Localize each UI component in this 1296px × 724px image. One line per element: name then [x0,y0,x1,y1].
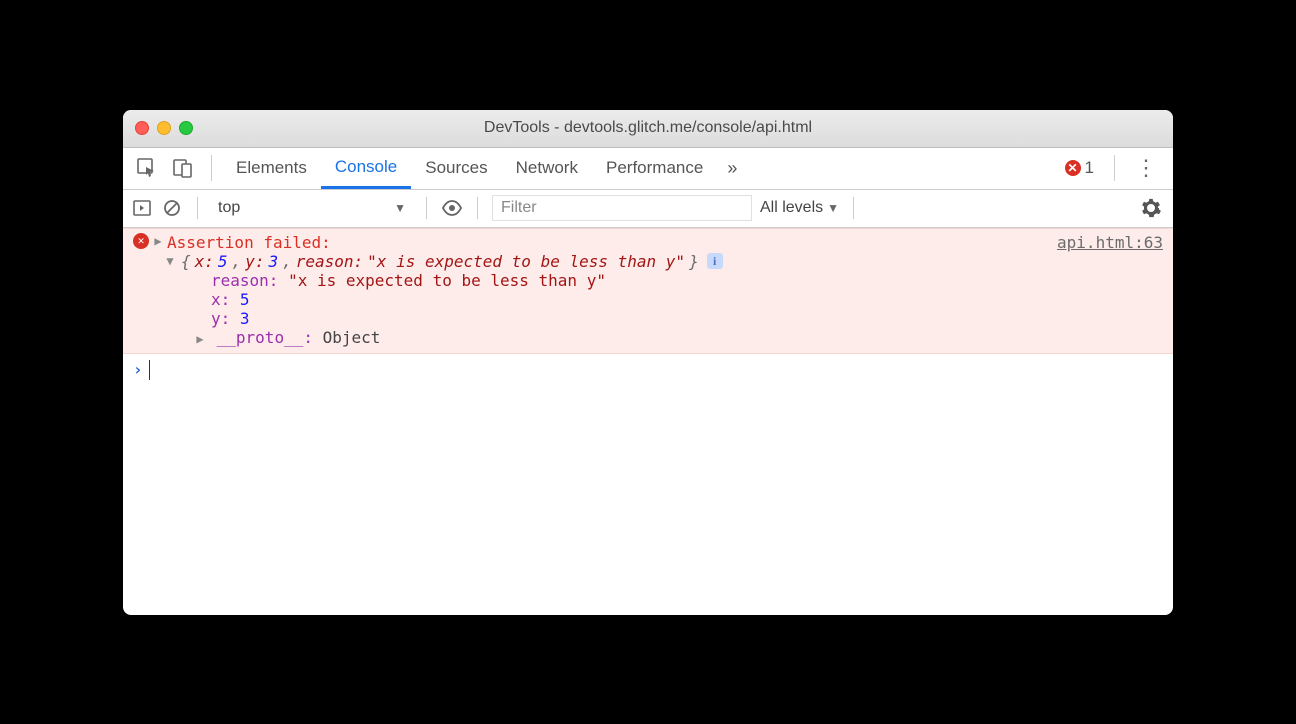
error-count: 1 [1085,158,1094,178]
console-settings-icon[interactable] [1141,198,1161,218]
filter-input[interactable] [492,195,752,221]
proto-row[interactable]: ▶ __proto__: Object [133,328,1163,347]
separator [426,197,427,219]
tab-performance[interactable]: Performance [592,148,717,189]
property-key: reason: [211,271,278,290]
minimize-window-button[interactable] [157,121,171,135]
close-window-button[interactable] [135,121,149,135]
collapse-toggle-icon[interactable]: ▼ [163,254,177,268]
settings-menu-button[interactable]: ⋮ [1135,155,1157,181]
tab-network[interactable]: Network [502,148,592,189]
obj-val: 5 [218,252,228,271]
error-icon: ✕ [133,233,149,249]
comma: , [232,252,242,271]
obj-key: y: [245,252,264,271]
live-expression-icon[interactable] [441,197,463,219]
main-toolbar: Elements Console Sources Network Perform… [123,148,1173,190]
error-icon: ✕ [1065,160,1081,176]
obj-val: 3 [268,252,278,271]
console-prompt[interactable]: › [123,354,1173,386]
property-value: 5 [240,290,250,309]
error-count-badge[interactable]: ✕ 1 [1065,158,1094,178]
tab-console[interactable]: Console [321,148,411,189]
chevron-down-icon: ▼ [827,201,839,215]
device-toolbar-icon[interactable] [171,156,195,180]
property-key: y: [211,309,230,328]
log-levels-selector[interactable]: All levels ▼ [760,199,839,217]
obj-key: reason: [296,252,363,271]
error-header-text: Assertion failed: [167,233,331,252]
zoom-window-button[interactable] [179,121,193,135]
separator [197,197,198,219]
toggle-sidebar-icon[interactable] [131,197,153,219]
separator [853,197,854,219]
property-row: x: 5 [133,290,1163,309]
expand-toggle-icon[interactable]: ▶ [193,332,207,346]
info-icon[interactable]: i [707,253,723,269]
text-cursor [149,360,150,380]
source-link[interactable]: api.html:63 [1057,233,1163,252]
obj-key: x: [195,252,214,271]
tab-sources[interactable]: Sources [411,148,501,189]
tab-elements[interactable]: Elements [222,148,321,189]
window-controls [135,121,193,135]
more-tabs-button[interactable]: » [727,158,737,179]
clear-console-icon[interactable] [161,197,183,219]
object-summary[interactable]: ▼ { x: 5, y: 3, reason: "x is expected t… [133,252,1163,271]
expand-toggle-icon[interactable]: ▶ [151,234,165,248]
titlebar: DevTools - devtools.glitch.me/console/ap… [123,110,1173,148]
brace-close: } [689,252,699,271]
devtools-window: DevTools - devtools.glitch.me/console/ap… [123,110,1173,615]
property-row: y: 3 [133,309,1163,328]
property-value: "x is expected to be less than y" [288,271,606,290]
property-value: 3 [240,309,250,328]
log-levels-label: All levels [760,199,823,217]
inspect-element-icon[interactable] [135,156,159,180]
window-title: DevTools - devtools.glitch.me/console/ap… [123,119,1173,137]
separator [211,155,212,181]
brace-open: { [181,252,191,271]
obj-val: "x is expected to be less than y" [367,252,685,271]
proto-value: Object [323,328,381,347]
separator [477,197,478,219]
prompt-icon: › [133,360,143,379]
comma: , [282,252,292,271]
separator [1114,155,1115,181]
context-selector-label: top [218,199,240,217]
property-row: reason: "x is expected to be less than y… [133,271,1163,290]
console-filter-bar: top ▼ All levels ▼ [123,190,1173,228]
context-selector[interactable]: top ▼ [212,197,412,219]
console-output: ✕ ▶ Assertion failed: api.html:63 ▼ { x:… [123,228,1173,615]
proto-key: __proto__: [217,328,313,347]
property-key: x: [211,290,230,309]
chevron-down-icon: ▼ [394,201,406,215]
error-message: ✕ ▶ Assertion failed: api.html:63 ▼ { x:… [123,228,1173,354]
